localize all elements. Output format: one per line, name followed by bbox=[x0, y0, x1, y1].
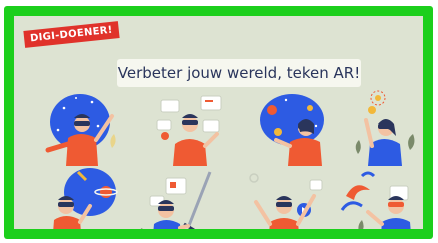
green-frame: DIGI-DOENER! Verbeter jouw wereld, teken… bbox=[4, 6, 433, 239]
page-title: Verbeter jouw wereld, teken AR! bbox=[117, 59, 361, 87]
vr-headset-person-saturn-icon bbox=[40, 166, 130, 229]
vr-headset-person-space-icon bbox=[40, 86, 130, 166]
vr-headset-person-controller-icon bbox=[240, 166, 330, 229]
vr-headset-person-screens-icon bbox=[145, 86, 235, 166]
digi-doener-logo: DIGI-DOENER! bbox=[23, 21, 120, 48]
vr-headset-person-lightbulb-icon bbox=[344, 86, 423, 166]
vr-headset-person-planets-icon bbox=[250, 86, 340, 166]
vr-headset-person-sword-icon bbox=[130, 166, 220, 229]
illustration-panel: DIGI-DOENER! Verbeter jouw wereld, teken… bbox=[14, 16, 423, 229]
vr-headset-person-waves-icon bbox=[338, 166, 423, 229]
